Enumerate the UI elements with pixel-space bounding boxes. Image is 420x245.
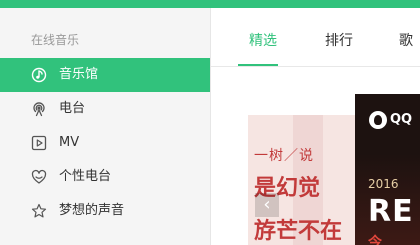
sidebar-item-voice-of-dream[interactable]: 梦想的声音	[0, 194, 210, 228]
banner-left[interactable]: 一树／说 是幻觉 斿芒不在	[248, 115, 368, 245]
sidebar-item-label: 电台	[59, 101, 86, 116]
sidebar-item-label: 梦想的声音	[59, 203, 125, 218]
top-accent-bar	[0, 0, 420, 8]
sidebar-item-label: 个性电台	[59, 169, 112, 184]
tabs-divider	[211, 66, 420, 67]
banner-prev-arrow-icon[interactable]: ‹	[255, 193, 279, 217]
sidebar-item-label: 音乐馆	[59, 67, 99, 82]
banner-left-text-3: 斿芒不在	[254, 219, 343, 244]
music-note-icon	[31, 67, 47, 83]
mv-play-icon	[31, 135, 47, 151]
sidebar-item-mv[interactable]: MV	[0, 126, 210, 160]
sidebar-item-music-hall[interactable]: 音乐馆	[0, 58, 210, 92]
sidebar-item-label: MV	[59, 135, 80, 150]
main-content: 精选 排行 歌 一树／说 是幻觉 斿芒不在 ‹ QQ 2016 RE 今	[211, 8, 420, 245]
radio-icon	[33, 102, 45, 117]
tab-songs[interactable]: 歌	[399, 32, 413, 50]
banner-year-text: 2016	[368, 177, 399, 191]
star-icon	[31, 203, 47, 218]
sidebar-item-radio[interactable]: 电台	[0, 92, 210, 126]
tab-featured[interactable]: 精选	[249, 32, 277, 50]
banner-left-text-1: 一树／说	[254, 148, 314, 164]
section-title-online-music: 在线音乐	[31, 33, 80, 47]
sidebar-item-personal-radio[interactable]: 个性电台	[0, 160, 210, 194]
banner-logo-text: QQ	[390, 112, 413, 127]
banner-right[interactable]: QQ 2016 RE 今	[355, 94, 420, 245]
banner-headline: RE	[368, 194, 414, 229]
banner-bottom-text: 今	[368, 235, 382, 245]
sidebar: 在线音乐 音乐馆 电台 MV 个性电台 梦想的声音	[0, 8, 211, 245]
tab-rankings[interactable]: 排行	[325, 32, 353, 50]
heart-icon	[31, 169, 47, 184]
qq-music-logo-icon	[369, 111, 387, 129]
